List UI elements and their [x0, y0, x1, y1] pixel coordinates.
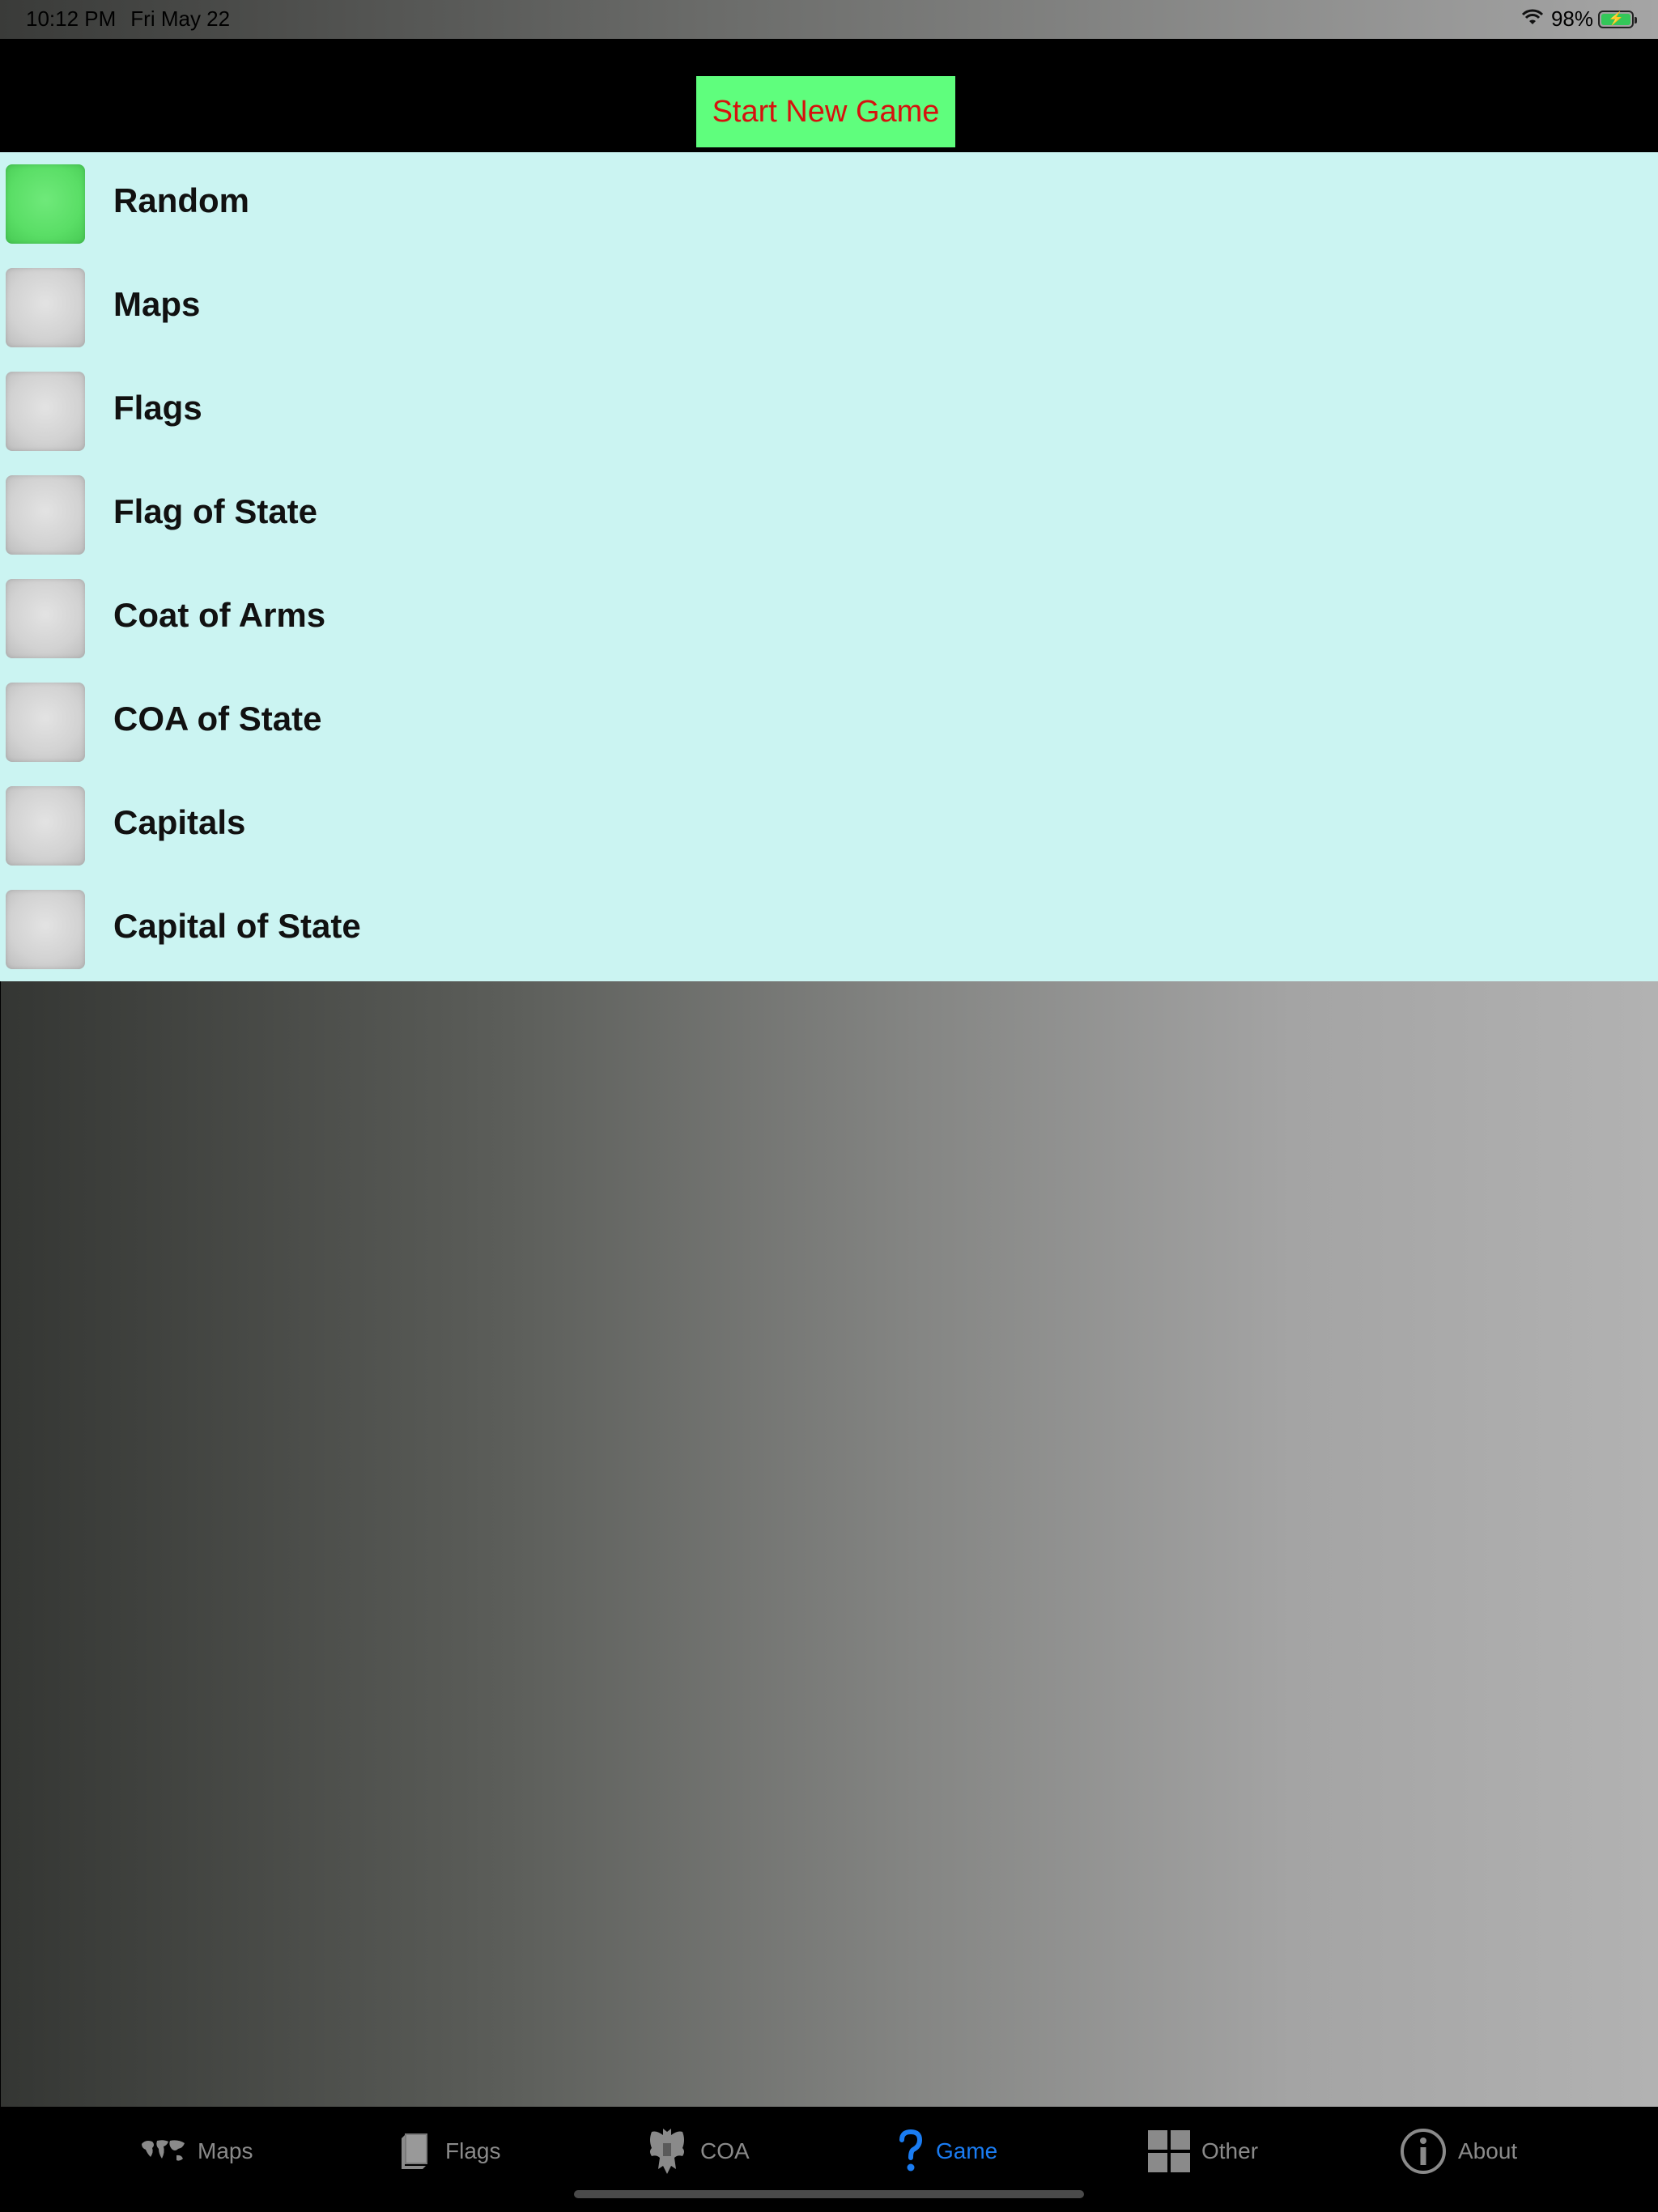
mode-checkbox[interactable]: [6, 786, 85, 866]
flag-book-icon: [398, 2132, 434, 2171]
game-mode-flag-of-state[interactable]: Flag of State: [0, 463, 1658, 567]
game-mode-random[interactable]: Random: [0, 152, 1658, 256]
tab-label: Game: [936, 2138, 998, 2163]
tab-label: Other: [1201, 2138, 1259, 2163]
game-mode-maps[interactable]: Maps: [0, 256, 1658, 359]
mode-checkbox[interactable]: [6, 683, 85, 762]
status-right: 98% ⚡: [1520, 6, 1637, 32]
tab-label: COA: [700, 2138, 750, 2163]
tab-other[interactable]: Other: [1148, 2123, 1258, 2180]
mode-label: Capital of State: [113, 907, 361, 945]
tab-coa[interactable]: COA: [645, 2123, 750, 2180]
game-mode-coat-of-arms[interactable]: Coat of Arms: [0, 567, 1658, 670]
tab-label: Maps: [198, 2138, 253, 2163]
question-mark-icon: [897, 2129, 925, 2174]
mode-checkbox[interactable]: [6, 890, 85, 969]
status-date: Fri May 22: [130, 6, 231, 31]
game-mode-capital-of-state[interactable]: Capital of State: [0, 878, 1658, 981]
mode-checkbox[interactable]: [6, 372, 85, 451]
game-mode-capitals[interactable]: Capitals: [0, 774, 1658, 878]
mode-label: Coat of Arms: [113, 596, 326, 634]
mode-label: Capitals: [113, 803, 246, 841]
tab-label: About: [1458, 2138, 1518, 2163]
mode-label: Flag of State: [113, 492, 318, 530]
mode-checkbox[interactable]: [6, 268, 85, 347]
tab-about[interactable]: About: [1400, 2123, 1517, 2180]
tab-label: Flags: [445, 2138, 501, 2163]
grid-icon: [1148, 2130, 1190, 2172]
status-left: 10:12 PM Fri May 22: [26, 6, 230, 32]
world-map-icon: [139, 2138, 186, 2165]
start-new-game-button[interactable]: Start New Game: [696, 76, 955, 147]
battery-charging-icon: ⚡: [1598, 10, 1637, 28]
tab-game[interactable]: Game: [897, 2123, 997, 2180]
mode-checkbox[interactable]: [6, 475, 85, 555]
tab-maps[interactable]: Maps: [139, 2123, 253, 2180]
eagle-icon: [645, 2127, 689, 2176]
mode-checkbox[interactable]: [6, 164, 85, 244]
game-mode-coa-of-state[interactable]: COA of State: [0, 670, 1658, 774]
wifi-icon: [1520, 6, 1545, 32]
mode-checkbox[interactable]: [6, 579, 85, 658]
mode-label: Flags: [113, 389, 202, 427]
game-mode-flags[interactable]: Flags: [0, 359, 1658, 463]
home-indicator[interactable]: [574, 2190, 1084, 2198]
battery-charging-glyph: ⚡: [1601, 12, 1630, 25]
status-bar: 10:12 PM Fri May 22 98% ⚡: [0, 0, 1658, 39]
mode-label: COA of State: [113, 700, 322, 738]
battery-percent: 98%: [1550, 6, 1593, 31]
info-icon: [1400, 2128, 1447, 2175]
mode-label: Random: [113, 181, 249, 219]
tab-flags[interactable]: Flags: [398, 2123, 500, 2180]
top-bar: Start New Game: [0, 39, 1658, 152]
game-mode-list: Random Maps Flags Flag of State Coat of …: [0, 152, 1658, 981]
status-time: 10:12 PM: [26, 6, 117, 31]
mode-label: Maps: [113, 285, 201, 323]
background-area: [0, 981, 1658, 2107]
